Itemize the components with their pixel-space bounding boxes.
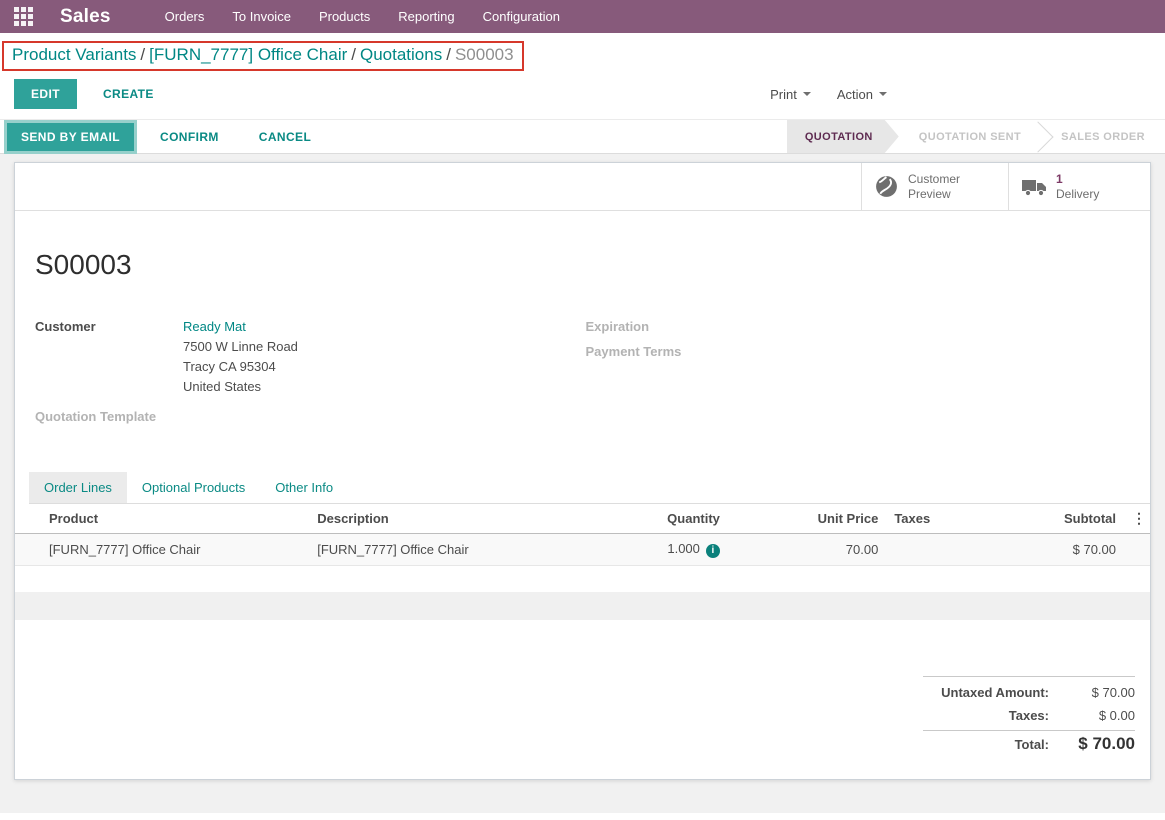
empty-row (15, 591, 1150, 620)
breadcrumb-quotations[interactable]: Quotations (360, 45, 442, 64)
form-fields: Customer Ready Mat 7500 W Linne Road Tra… (15, 317, 1150, 424)
menu-products[interactable]: Products (305, 0, 384, 33)
cell-taxes (886, 534, 977, 566)
breadcrumb-current: S00003 (454, 45, 514, 64)
caret-down-icon (802, 92, 811, 100)
total-value: $ 70.00 (1078, 733, 1135, 753)
breadcrumb-annotation-box: Product Variants / [FURN_7777] Office Chai… (2, 41, 524, 71)
statusbar-states: QUOTATION QUOTATION SENT SALES ORDER (787, 120, 1165, 153)
payment-terms-label: Payment Terms (585, 344, 682, 359)
breadcrumb-product-variants[interactable]: Product Variants (12, 45, 136, 64)
tab-other-info[interactable]: Other Info (260, 472, 348, 503)
optional-columns-icon[interactable]: ⋮ (1132, 510, 1146, 526)
action-dropdown[interactable]: Action (837, 87, 887, 102)
menu-to-invoice[interactable]: To Invoice (218, 0, 305, 33)
cell-subtotal: $ 70.00 (1072, 542, 1116, 557)
customer-link[interactable]: Ready Mat (183, 317, 246, 337)
breadcrumb-separator: / (446, 45, 451, 64)
menu-orders[interactable]: Orders (151, 0, 219, 33)
print-label: Print (770, 86, 797, 102)
tab-optional-products[interactable]: Optional Products (127, 472, 260, 503)
breadcrumb: Product Variants / [FURN_7777] Office Chai… (12, 45, 514, 65)
cell-description: [FURN_7777] Office Chair (317, 542, 469, 557)
state-quotation-sent[interactable]: QUOTATION SENT (899, 120, 1041, 153)
send-by-email-button[interactable]: SEND BY EMAIL (7, 122, 134, 151)
taxes-label: Taxes: (1008, 707, 1049, 723)
state-quotation[interactable]: QUOTATION (787, 120, 899, 153)
customer-label: Customer (35, 319, 96, 334)
cell-unit-price: 70.00 (845, 542, 879, 557)
cancel-button[interactable]: CANCEL (245, 122, 325, 152)
customer-preview-label: Customer Preview (908, 171, 961, 201)
app-title: Sales (60, 5, 111, 27)
empty-row (15, 565, 1150, 592)
notebook-tabs: Order Lines Optional Products Other Info (29, 472, 1150, 504)
table-header-row: Product Description Quantity Unit Price … (15, 504, 1150, 534)
control-panel-dropdowns: Print Action (770, 87, 887, 102)
customer-address-line: United States (183, 379, 262, 394)
edit-button[interactable]: EDIT (14, 79, 77, 109)
totals-section: Untaxed Amount: $ 70.00 Taxes: $ 0.00 To… (15, 675, 1150, 761)
main-menu: Orders To Invoice Products Reporting Con… (151, 0, 574, 33)
col-product: Product (15, 504, 310, 534)
tab-order-lines[interactable]: Order Lines (29, 472, 127, 503)
print-dropdown[interactable]: Print (770, 87, 811, 102)
record-title: S00003 (35, 249, 132, 280)
taxes-value: $ 0.00 (1098, 707, 1135, 723)
statusbar: SEND BY EMAIL CONFIRM CANCEL QUOTATION Q… (0, 119, 1165, 154)
create-button[interactable]: CREATE (89, 79, 168, 109)
control-panel: Product Variants / [FURN_7777] Office Chai… (0, 33, 1165, 109)
total-label: Total: (1014, 736, 1049, 752)
delivery-label: Delivery (1056, 186, 1100, 201)
col-taxes: Taxes (886, 504, 977, 534)
statusbar-buttons: SEND BY EMAIL CONFIRM CANCEL (0, 120, 325, 154)
quotation-template-label: Quotation Template (35, 409, 157, 424)
cell-quantity: 1.000 i (615, 534, 728, 566)
globe-icon (876, 176, 897, 197)
cell-product: [FURN_7777] Office Chair (49, 542, 201, 557)
breadcrumb-separator: / (140, 45, 146, 64)
col-quantity: Quantity (614, 504, 728, 534)
customer-address-line: 7500 W Linne Road (183, 339, 298, 354)
delivery-button[interactable]: 1 Delivery (1008, 163, 1150, 210)
control-panel-buttons: EDIT CREATE Print Action (14, 79, 1165, 109)
apps-grid-icon (13, 7, 33, 26)
action-label: Action (836, 86, 873, 102)
state-sales-order[interactable]: SALES ORDER (1041, 120, 1165, 153)
truck-icon (1022, 179, 1046, 196)
col-description: Description (309, 504, 615, 534)
order-line-row[interactable]: [FURN_7777] Office Chair [FURN_7777] Off… (15, 533, 1150, 566)
untaxed-amount-value: $ 70.00 (1091, 684, 1135, 700)
customer-address-line: Tracy CA 95304 (183, 359, 276, 374)
apps-menu-button[interactable] (0, 0, 46, 33)
col-subtotal: Subtotal (976, 504, 1124, 534)
top-navbar: Sales Orders To Invoice Products Reporti… (0, 0, 1165, 33)
order-lines-table: Product Description Quantity Unit Price … (15, 504, 1150, 620)
menu-reporting[interactable]: Reporting (384, 0, 468, 33)
smart-button-bar: Customer Preview 1 Delivery (15, 163, 1150, 211)
breadcrumb-office-chair[interactable]: [FURN_7777] Office Chair (149, 45, 347, 64)
form-sheet: Customer Preview 1 Delivery S00003 Custo… (14, 162, 1151, 780)
breadcrumb-separator: / (351, 45, 356, 64)
quantity-value: 1.000 (667, 541, 700, 556)
content-area: Customer Preview 1 Delivery S00003 Custo… (0, 154, 1165, 813)
menu-configuration[interactable]: Configuration (469, 0, 574, 33)
untaxed-amount-label: Untaxed Amount: (941, 684, 1049, 700)
col-unit-price: Unit Price (727, 504, 887, 534)
expiration-label: Expiration (585, 319, 650, 334)
caret-down-icon (879, 92, 887, 100)
info-icon[interactable]: i (705, 544, 720, 558)
confirm-button[interactable]: CONFIRM (146, 122, 233, 152)
customer-preview-button[interactable]: Customer Preview (861, 163, 1008, 210)
delivery-count: 1 (1056, 171, 1063, 186)
